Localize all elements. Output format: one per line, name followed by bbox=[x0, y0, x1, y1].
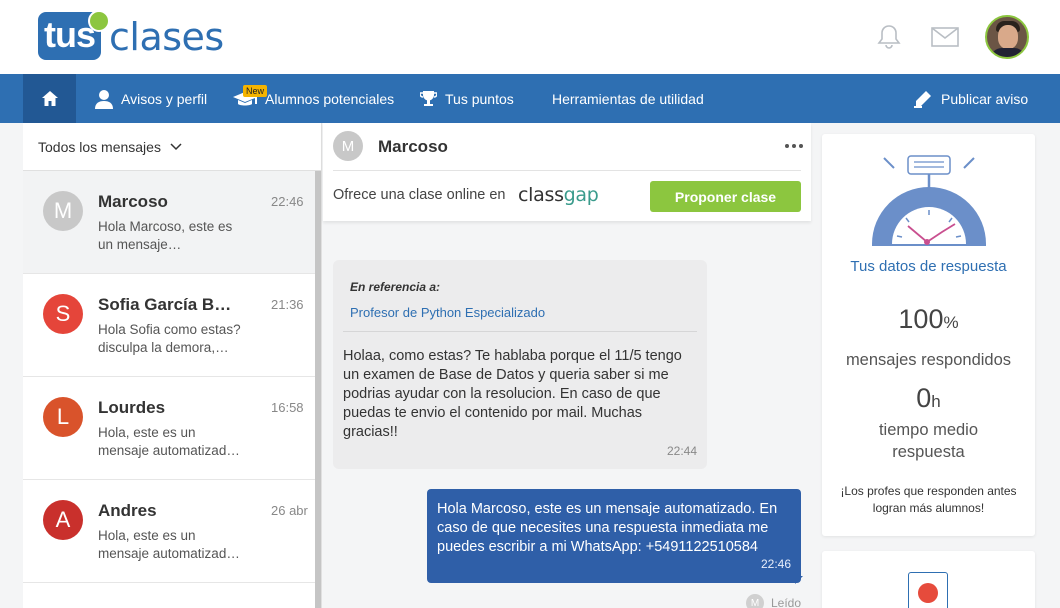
incoming-message: En referencia a: Profesor de Python Espe… bbox=[333, 260, 707, 469]
contact-avatar: M bbox=[43, 191, 83, 231]
trophy-icon bbox=[420, 91, 437, 106]
stopwatch-icon bbox=[872, 155, 986, 246]
reference-heading: En referencia a: bbox=[350, 280, 441, 294]
nav-avisos-perfil[interactable]: Avisos y perfil bbox=[95, 74, 207, 123]
conversation-item[interactable]: A Andres 26 abr Hola, este es un mensaje… bbox=[23, 480, 315, 583]
user-avatar[interactable] bbox=[985, 15, 1029, 59]
nav-herramientas[interactable]: Herramientas de utilidad bbox=[552, 74, 704, 123]
response-stats-card: Tus datos de respuesta 100% mensajes res… bbox=[822, 134, 1035, 536]
contact-avatar: S bbox=[43, 294, 83, 334]
message-time: 21:36 bbox=[271, 297, 304, 312]
contact-name: Marcoso bbox=[98, 192, 168, 211]
tusclases-logo[interactable]: tus clases bbox=[38, 10, 224, 60]
divider bbox=[343, 331, 697, 332]
offer-online-text: Ofrece una clase online en bbox=[333, 187, 506, 203]
conversation-panel: Todos los mensajes M Marcoso 22:46 Hola … bbox=[23, 123, 322, 608]
chevron-down-icon bbox=[170, 142, 182, 150]
new-badge: New bbox=[243, 85, 268, 97]
message-preview: Hola, este es un mensaje automatizad… bbox=[98, 528, 240, 561]
divider bbox=[333, 170, 801, 171]
message-preview: Hola Marcoso, este es un mensaje… bbox=[98, 219, 233, 252]
main-nav: Avisos y perfil Alumnos potenciales New … bbox=[0, 74, 1060, 123]
stats-title: Tus datos de respuesta bbox=[850, 258, 1007, 275]
outgoing-message: Hola Marcoso, este es un mensaje automat… bbox=[427, 489, 801, 583]
contact-name: Andres bbox=[98, 501, 157, 520]
contact-avatar: M bbox=[333, 131, 363, 161]
message-time: 16:58 bbox=[271, 400, 304, 415]
nav-tus-puntos[interactable]: Tus puntos bbox=[420, 74, 514, 123]
message-preview: Hola, este es un mensaje automatizad… bbox=[98, 425, 240, 458]
response-percentage: 100% bbox=[898, 304, 959, 334]
home-icon bbox=[41, 91, 58, 106]
message-time: 22:46 bbox=[760, 557, 791, 571]
record-card bbox=[822, 551, 1035, 608]
contact-avatar: L bbox=[43, 397, 83, 437]
user-icon bbox=[95, 89, 113, 109]
conversation-item[interactable]: M Marcoso 22:46 Hola Marcoso, este es un… bbox=[23, 171, 315, 274]
contact-name: Sofia García B… bbox=[98, 295, 232, 314]
read-receipt-label: Leído bbox=[771, 596, 802, 608]
nav-alumnos-potenciales[interactable]: Alumnos potenciales bbox=[233, 74, 394, 123]
message-text: Hola Marcoso, este es un mensaje automat… bbox=[437, 501, 778, 555]
propose-class-button[interactable]: Proponer clase bbox=[650, 181, 801, 212]
response-percentage-label: mensajes respondidos bbox=[845, 351, 1012, 369]
contact-avatar: A bbox=[43, 500, 83, 540]
nav-publicar-aviso[interactable]: Publicar aviso bbox=[913, 74, 1028, 123]
message-time: 22:46 bbox=[271, 194, 304, 209]
more-options-icon[interactable] bbox=[783, 137, 805, 155]
record-button[interactable] bbox=[908, 572, 948, 608]
classgap-logo[interactable]: classgap bbox=[518, 184, 599, 206]
read-receipt-avatar: M bbox=[746, 594, 764, 608]
chat-header: M Marcoso Ofrece una clase online en cla… bbox=[323, 123, 811, 221]
bell-icon[interactable] bbox=[874, 22, 904, 52]
conversation-item[interactable]: L Lourdes 16:58 Hola, este es un mensaje… bbox=[23, 377, 315, 480]
mail-icon[interactable] bbox=[930, 22, 960, 52]
messages-filter-dropdown[interactable]: Todos los mensajes bbox=[23, 123, 322, 171]
bubble-tail bbox=[795, 576, 803, 584]
message-text: Holaa, como estas? Te hablaba porque el … bbox=[343, 348, 682, 440]
home-button[interactable] bbox=[23, 74, 76, 123]
reference-link[interactable]: Profesor de Python Especializado bbox=[350, 305, 545, 320]
pencil-icon bbox=[914, 90, 931, 108]
record-icon bbox=[918, 583, 938, 603]
stats-tip: ¡Los profes que responden antes logran m… bbox=[840, 484, 1017, 515]
top-header: tus clases bbox=[0, 0, 1060, 74]
contact-name: Lourdes bbox=[98, 398, 166, 417]
average-response-time: 0h bbox=[916, 383, 941, 413]
message-preview: Hola Sofia como estas? disculpa la demor… bbox=[98, 322, 241, 355]
message-time: 22:44 bbox=[666, 444, 697, 458]
message-time: 26 abr bbox=[271, 503, 308, 518]
conversation-item[interactable]: S Sofia García B… 21:36 Hola Sofia como … bbox=[23, 274, 315, 377]
conversation-scrollbar[interactable] bbox=[315, 171, 321, 608]
average-response-time-label: tiempo medio respuesta bbox=[878, 421, 979, 461]
contact-name[interactable]: Marcoso bbox=[378, 137, 448, 157]
